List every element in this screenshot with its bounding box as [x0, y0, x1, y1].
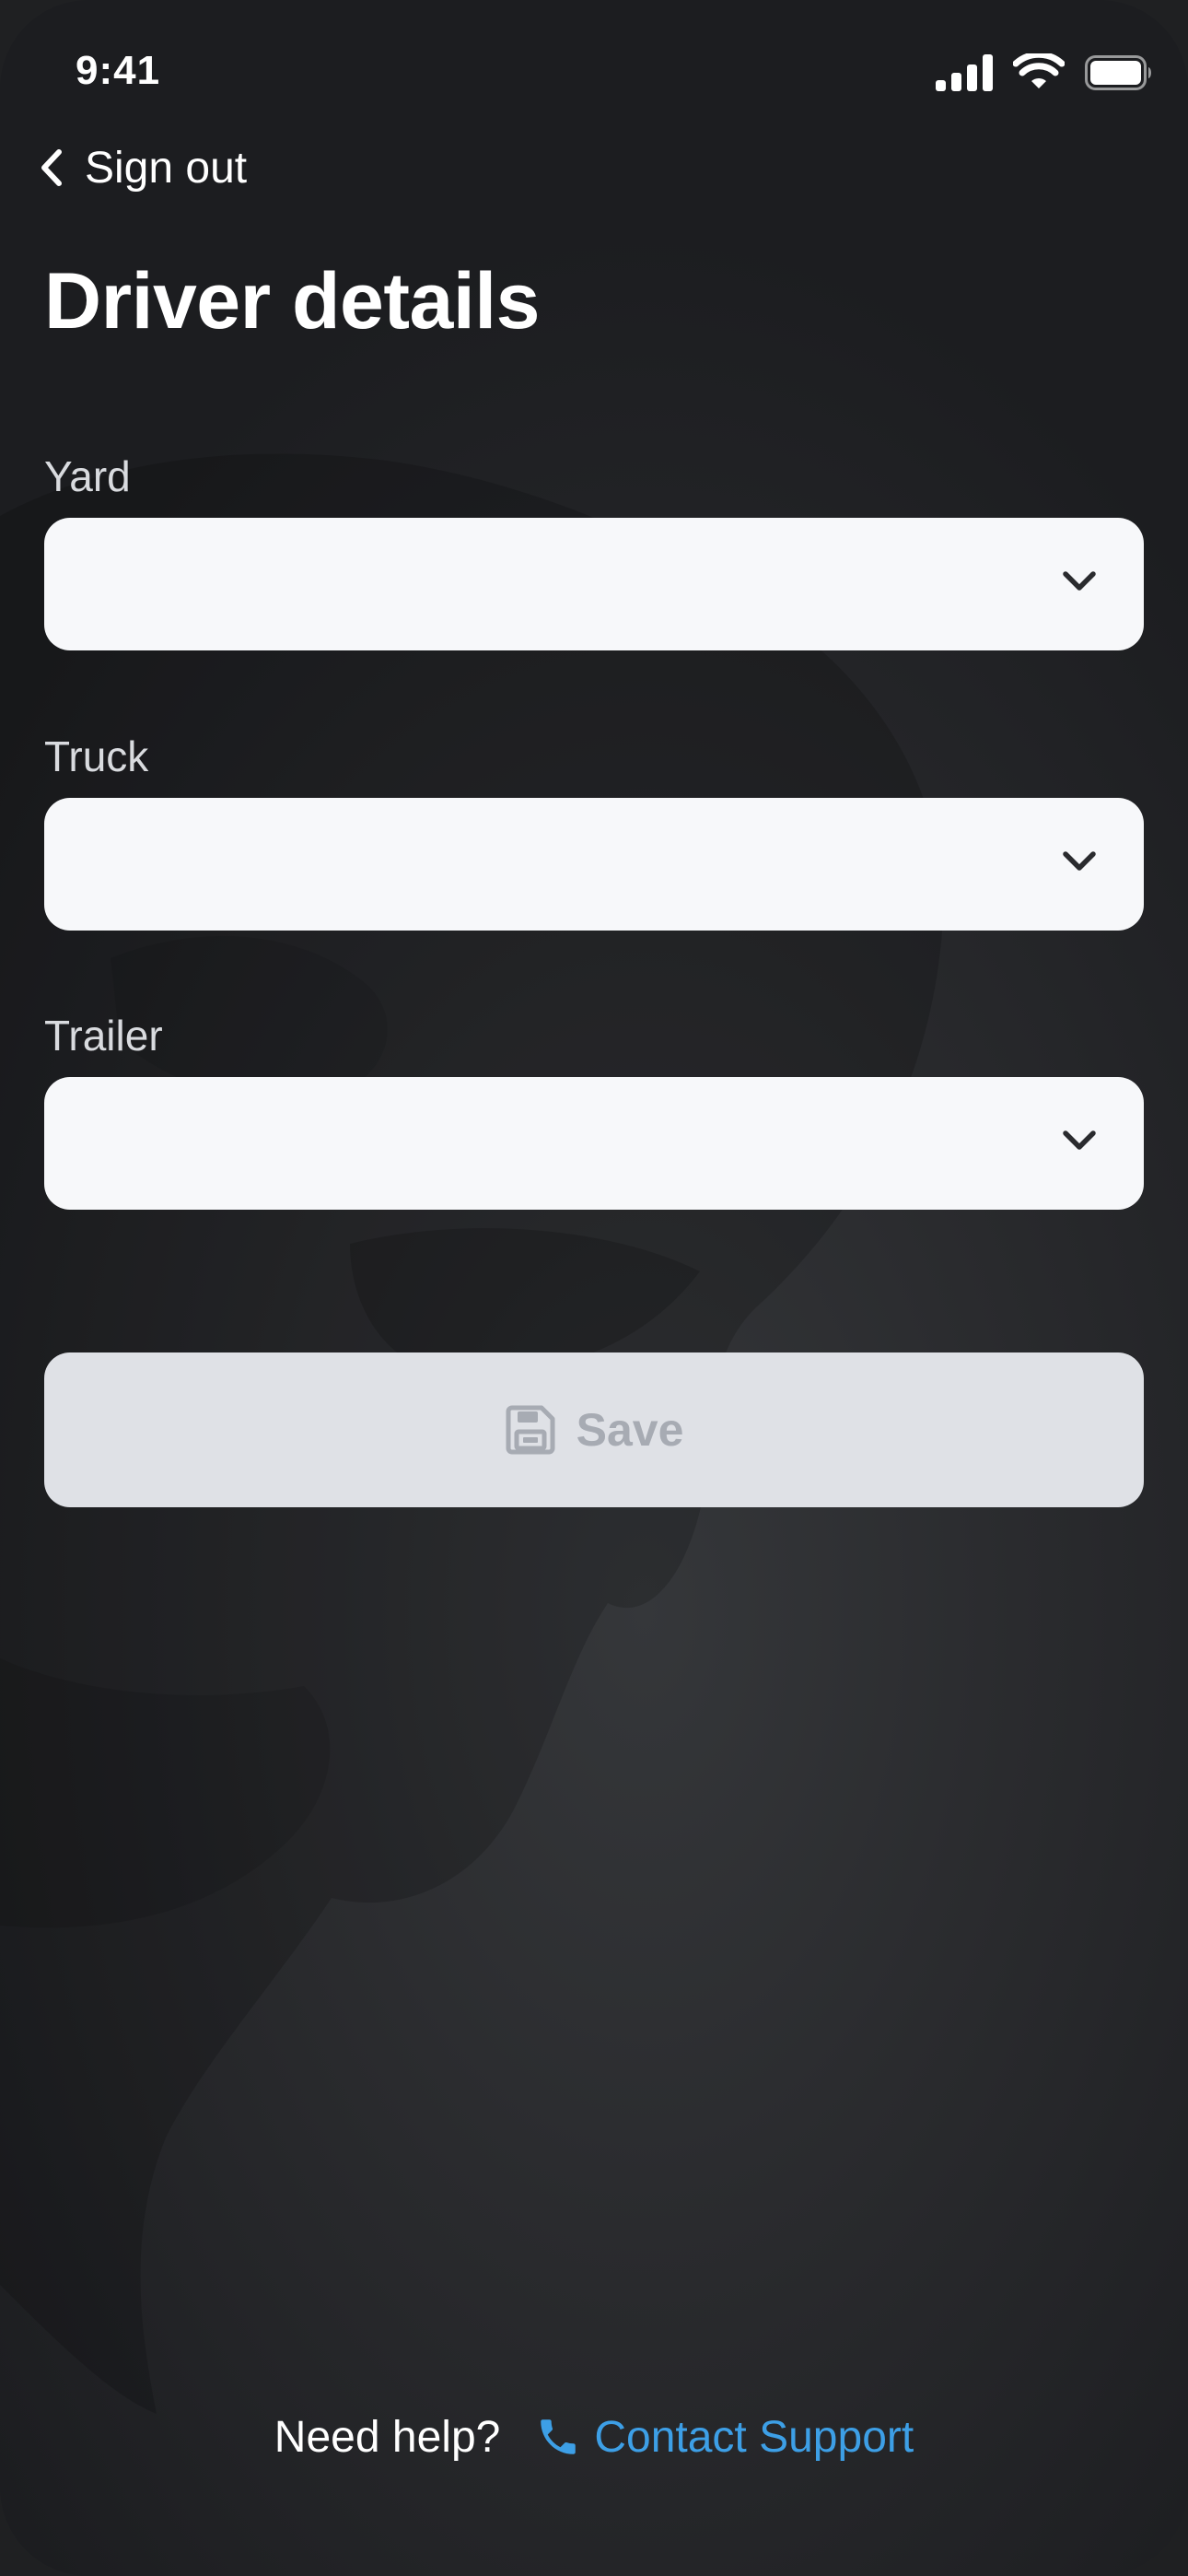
wifi-icon — [1013, 53, 1065, 88]
save-label: Save — [576, 1404, 684, 1456]
chevron-down-icon — [1063, 1130, 1096, 1150]
need-help-text: Need help? — [274, 2412, 501, 2462]
status-time: 9:41 — [76, 48, 161, 93]
status-bar: 9:41 — [0, 0, 1188, 147]
chevron-down-icon — [1063, 571, 1096, 591]
chevron-down-icon — [1063, 851, 1096, 871]
contact-support-link[interactable]: Contact Support — [535, 2412, 914, 2463]
trailer-select[interactable] — [44, 1077, 1144, 1210]
battery-icon — [1085, 55, 1151, 90]
truck-label: Truck — [44, 732, 149, 780]
sign-out-button[interactable]: Sign out — [41, 138, 247, 197]
yard-label: Yard — [44, 452, 131, 500]
status-icons — [936, 53, 1153, 92]
floppy-disk-icon — [506, 1405, 555, 1455]
signal-icon — [936, 54, 993, 91]
app-screen: 9:41 Sign out Driver details Yard Truck … — [0, 0, 1188, 2576]
trailer-label: Trailer — [44, 1012, 163, 1060]
phone-icon — [541, 2419, 577, 2454]
chevron-left-icon — [41, 149, 62, 186]
page-title: Driver details — [44, 257, 540, 345]
save-button[interactable]: Save — [44, 1352, 1144, 1507]
help-footer: Need help? Contact Support — [0, 2405, 1188, 2469]
truck-select[interactable] — [44, 798, 1144, 931]
background-mascot-illustration — [0, 453, 943, 2414]
yard-select[interactable] — [44, 518, 1144, 650]
contact-support-label: Contact Support — [594, 2412, 914, 2462]
sign-out-label: Sign out — [85, 143, 248, 193]
